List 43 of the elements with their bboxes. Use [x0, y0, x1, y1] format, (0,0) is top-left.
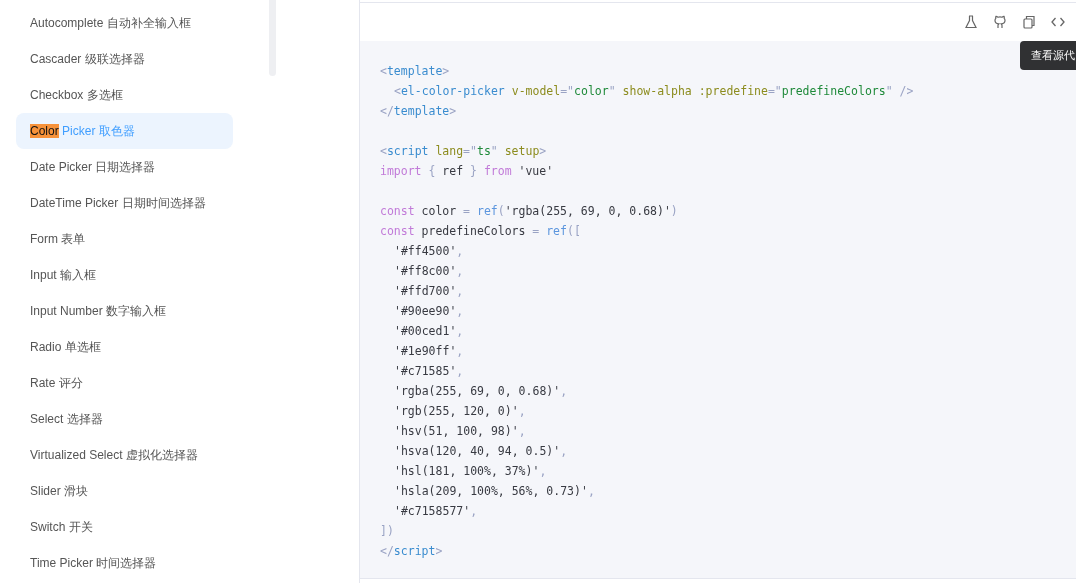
- sidebar-item[interactable]: Select 选择器: [16, 401, 233, 437]
- sidebar-item[interactable]: Switch 开关: [16, 509, 233, 545]
- code-line: const predefineColors = ref([: [380, 223, 582, 240]
- code-line: </script>: [380, 543, 444, 560]
- code-line: <script lang="ts" setup>: [380, 143, 548, 160]
- code-line: '#ff8c00',: [393, 263, 465, 280]
- code-line: '#c7158577',: [393, 503, 479, 520]
- code-line: 'rgb(255, 120, 0)',: [393, 403, 527, 420]
- sidebar-item[interactable]: Slider 滑块: [16, 473, 233, 509]
- code-line: 'hsv(51, 100, 98)',: [393, 423, 527, 440]
- sidebar-item[interactable]: Cascader 级联选择器: [16, 41, 233, 77]
- code-line: import { ref } from 'vue': [380, 163, 555, 180]
- tooltip: 查看源代: [1020, 41, 1076, 70]
- code-line: const color = ref('rgba(255, 69, 0, 0.68)'): [380, 203, 679, 220]
- sidebar-item[interactable]: Input Number 数字输入框: [16, 293, 233, 329]
- sidebar-item[interactable]: Input 输入框: [16, 257, 233, 293]
- code-line: '#c71585',: [393, 363, 465, 380]
- sidebar-item[interactable]: Color Picker 取色器: [16, 113, 233, 149]
- code-line: '#90ee90',: [393, 303, 465, 320]
- code-line: </template>: [380, 103, 458, 120]
- code-line: '#00ced1',: [393, 323, 465, 340]
- code-line: '#ff4500',: [393, 243, 465, 260]
- code-line: 'hsla(209, 100%, 56%, 0.73)',: [393, 483, 596, 500]
- sidebar-item[interactable]: Checkbox 多选框: [16, 77, 233, 113]
- sidebar-item[interactable]: Autocomplete 自动补全输入框: [16, 5, 233, 41]
- code-line: '#1e90ff',: [393, 343, 465, 360]
- code-line: '#ffd700',: [393, 283, 465, 300]
- sidebar-item[interactable]: Form 表单: [16, 221, 233, 257]
- sidebar-item[interactable]: Rate 评分: [16, 365, 233, 401]
- sidebar-item[interactable]: Radio 单选框: [16, 329, 233, 365]
- code-line: 'hsva(120, 40, 94, 0.5)',: [393, 443, 569, 460]
- flask-icon[interactable]: [963, 14, 979, 30]
- code-line: 'hsl(181, 100%, 37%)',: [393, 463, 548, 480]
- code-line: ]): [380, 523, 395, 540]
- sidebar-item[interactable]: Date Picker 日期选择器: [16, 149, 233, 185]
- sidebar-item[interactable]: DateTime Picker 日期时间选择器: [16, 185, 233, 221]
- copy-icon[interactable]: [1021, 14, 1037, 30]
- github-icon[interactable]: [992, 14, 1008, 30]
- sidebar-item[interactable]: Time Picker 时间选择器: [16, 545, 233, 581]
- code-line: <el-color-picker v-model="color" show-alpha :predefine="predefineColors" />: [393, 83, 915, 100]
- code-line: 'rgba(255, 69, 0, 0.68)',: [393, 383, 569, 400]
- sidebar-item[interactable]: Virtualized Select 虚拟化选择器: [16, 437, 233, 473]
- code-line: <template>: [380, 63, 451, 80]
